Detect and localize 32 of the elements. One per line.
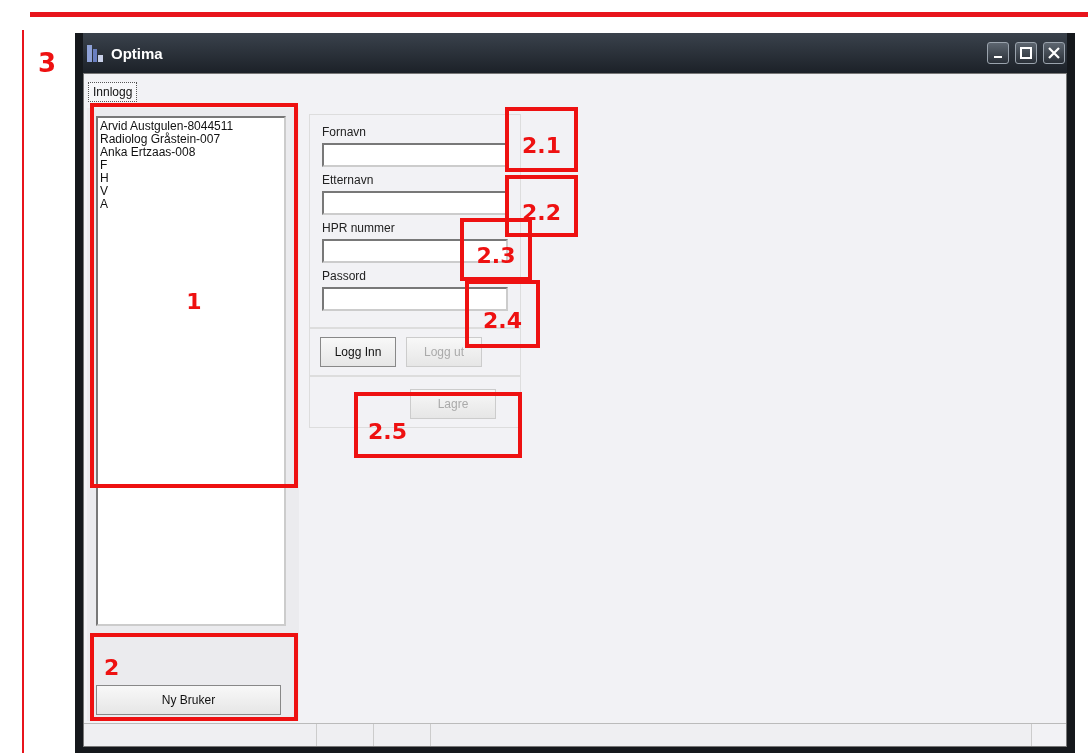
buildings-icon bbox=[85, 43, 105, 63]
annotation-number: 2.5 bbox=[368, 418, 407, 444]
minimize-icon bbox=[994, 56, 1002, 58]
field-label: Etternavn bbox=[322, 173, 375, 187]
maximize-button[interactable] bbox=[1015, 42, 1037, 64]
annotation-number: 3 bbox=[38, 48, 57, 78]
annotation-number: 2.1 bbox=[522, 133, 561, 158]
user-list-item[interactable]: Anka Ertzaas-008 bbox=[100, 146, 282, 159]
annotation-number: 2 bbox=[104, 655, 120, 680]
annotation-number: 1 bbox=[186, 289, 202, 314]
user-list-item[interactable]: F bbox=[100, 159, 282, 172]
user-list-item[interactable]: Radiolog Gråstein-007 bbox=[100, 133, 282, 146]
user-list-item[interactable]: A bbox=[100, 198, 282, 211]
login-button[interactable]: Logg Inn bbox=[320, 337, 396, 367]
new-user-button[interactable]: Ny Bruker bbox=[96, 685, 281, 715]
close-icon bbox=[1048, 47, 1060, 59]
field-label: Fornavn bbox=[322, 125, 368, 139]
close-button[interactable] bbox=[1043, 42, 1065, 64]
window-title: Optima bbox=[111, 44, 164, 62]
user-list-item[interactable]: Arvid Austgulen-8044511 bbox=[100, 120, 282, 133]
minimize-button[interactable] bbox=[987, 42, 1009, 64]
maximize-icon bbox=[1020, 47, 1032, 59]
user-list-item[interactable]: H bbox=[100, 172, 282, 185]
input-field[interactable] bbox=[322, 143, 508, 167]
input-field[interactable] bbox=[322, 191, 508, 215]
tab[interactable]: Innlogg bbox=[88, 82, 138, 102]
input-field[interactable] bbox=[322, 287, 508, 311]
field-label: Passord bbox=[322, 269, 368, 283]
user-list-item[interactable]: V bbox=[100, 185, 282, 198]
annotation-number: 2.3 bbox=[476, 243, 516, 268]
field-label: HPR nummer bbox=[322, 221, 396, 235]
annotation-number: 2.4 bbox=[483, 307, 522, 333]
